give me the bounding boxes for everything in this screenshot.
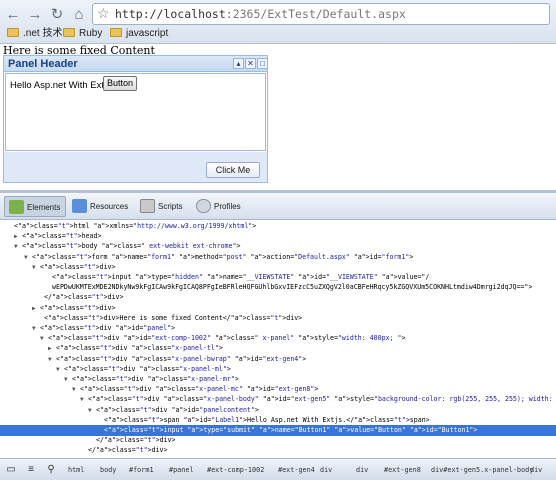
bookmark-label: Ruby [79, 28, 103, 39]
click-me-button[interactable]: Click Me [206, 162, 260, 178]
search-icon[interactable]: ⚲ [44, 463, 58, 476]
bookmark-label: javascript [126, 28, 169, 39]
ext-panel: Panel Header ▴ ✕ □ Hello Asp.net With Ex… [3, 55, 268, 183]
browser-toolbar: ← → ↻ ⌂ ☆ http://localhost:2365/ExtTest/… [0, 0, 556, 44]
url-text: http://localhost:2365/ExtTest/Default.as… [115, 7, 406, 21]
aspnet-button[interactable]: Button [103, 76, 138, 91]
dom-node-text: <"a">class="t">div> [40, 262, 116, 271]
dom-node-text: <"a">class="t">div "a">id="panelcontent"… [96, 405, 259, 414]
close-icon[interactable]: ✕ [245, 58, 256, 69]
dom-node-text: <"a">class="t">div "a">id="ext-comp-1002… [48, 334, 406, 343]
address-bar[interactable]: ☆ http://localhost:2365/ExtTest/Default.… [92, 3, 550, 25]
devtools-statusbar: ▭ ≡ ⚲ html body #form1 #panel #ext-comp-1002… [0, 458, 556, 480]
dom-node-text: <"a">class="t">div>Here is some fixed Co… [44, 313, 303, 322]
bookmark-folder[interactable]: Ruby [63, 26, 102, 42]
breadcrumb-item[interactable]: div [530, 463, 542, 477]
bookmark-label: .net 技术 [23, 28, 63, 39]
dom-node-text: <"a">class="t">body "a">class=" ext-webk… [22, 242, 241, 251]
folder-icon [7, 28, 19, 37]
dom-node-text: <"a">class="t">span "a">id="Label1">Hell… [104, 415, 430, 424]
tab-profiles[interactable]: Profiles [192, 196, 246, 217]
dom-node-text: wEPDwUKMTExMDE2NDkyNw9kFgICAw9kFgICAQ8PF… [52, 283, 533, 292]
dom-node-text: </"a">class="t">div> [96, 436, 176, 445]
resources-icon [72, 199, 87, 213]
breadcrumb-item[interactable]: #ext-gen4 [278, 463, 315, 477]
dom-node-text: <"a">class="t">input "a">type="hidden" "… [52, 273, 430, 281]
breadcrumb-item[interactable]: body [100, 463, 116, 477]
dom-node-text: <"a">class="t">div "a">id="panel"> [40, 324, 176, 332]
folder-icon [63, 28, 75, 37]
home-icon[interactable]: ⌂ [69, 5, 89, 25]
maximize-icon[interactable]: □ [257, 58, 268, 69]
breadcrumb-item[interactable]: #ext-gen8 [384, 463, 421, 477]
dom-node-text: <"a">class="t">div "a">class="x-panel-tl… [56, 344, 223, 353]
dom-tree[interactable]: <"a">class="t">html "a">xmlns="http://ww… [0, 221, 556, 457]
reload-icon[interactable]: ↻ [47, 5, 67, 25]
tab-resources[interactable]: Resources [68, 196, 133, 217]
tab-label: Scripts [158, 202, 183, 211]
elements-icon [9, 200, 24, 214]
breadcrumb-item[interactable]: html [68, 463, 84, 477]
star-icon[interactable]: ☆ [97, 5, 110, 22]
back-arrow-icon[interactable]: ← [3, 5, 23, 25]
dom-node-text: <"a">class="t">head> [22, 232, 102, 241]
dom-node-text: <"a">class="t">div "a">class="x-panel-mr… [72, 375, 239, 383]
breadcrumb-item[interactable]: #form1 [129, 463, 154, 477]
forward-arrow-icon[interactable]: → [25, 5, 45, 25]
folder-icon [110, 28, 122, 37]
panel-title: Panel Header [8, 58, 78, 70]
dom-node-text: <"a">class="t">div "a">class="x-panel-bo… [88, 395, 553, 404]
console-icon[interactable]: ≡ [24, 463, 38, 476]
dock-icon[interactable]: ▭ [4, 463, 18, 476]
panel-footer: Click Me [4, 152, 267, 182]
scripts-icon [140, 199, 155, 213]
breadcrumb-item[interactable]: #ext-comp-1002 [207, 463, 264, 477]
pin-icon[interactable]: ▴ [233, 58, 244, 69]
dom-node-text: <"a">class="t">div "a">class="x-panel-bw… [56, 354, 307, 363]
bookmark-folder[interactable]: .net 技术 [7, 26, 62, 42]
breadcrumb-item[interactable]: div#ext-gen5.x-panel-body [431, 463, 533, 477]
tab-elements[interactable]: Elements [4, 196, 67, 217]
dom-node[interactable]: </"a">class="t">div> [0, 445, 556, 456]
tab-label: Elements [27, 203, 61, 212]
dom-node-text: <"a">class="t">form "a">name="form1" "a"… [32, 252, 414, 261]
panel-body: Hello Asp.net With Extjs. Button [5, 73, 266, 151]
panel-header: Panel Header ▴ ✕ □ [4, 56, 268, 72]
url-path: :2365/ExtTest/Default.aspx [225, 7, 406, 21]
hello-label: Hello Asp.net With Extjs. [10, 80, 114, 91]
dom-node-text: <"a">class="t">html "a">xmlns="http://ww… [14, 222, 257, 230]
dom-node-text: <"a">class="t">div "a">class="x-panel-mc… [80, 385, 319, 394]
dom-node-text: <"a">class="t">input "a">type="submit" "… [104, 426, 478, 434]
tab-label: Profiles [214, 202, 241, 211]
dom-node-text: </"a">class="t">div> [44, 293, 124, 302]
profiles-icon [196, 199, 211, 213]
dom-node-text: <"a">class="t">div> [40, 303, 116, 312]
dom-node-text: </"a">class="t">div> [88, 446, 168, 455]
url-host: http://localhost [115, 7, 226, 21]
breadcrumb-item[interactable]: div [320, 463, 332, 477]
dom-node-text: <"a">class="t">div "a">class="x-panel-ml… [64, 364, 231, 373]
devtools-toolbar: Elements Resources Scripts Profiles [0, 193, 556, 220]
tab-scripts[interactable]: Scripts [136, 196, 187, 217]
breadcrumb-item[interactable]: div [356, 463, 368, 477]
bookmarks-bar: .net 技术 Ruby javascript [0, 26, 556, 42]
bookmark-folder[interactable]: javascript [110, 26, 168, 42]
tab-label: Resources [90, 202, 129, 211]
breadcrumb-item[interactable]: #panel [169, 463, 194, 477]
